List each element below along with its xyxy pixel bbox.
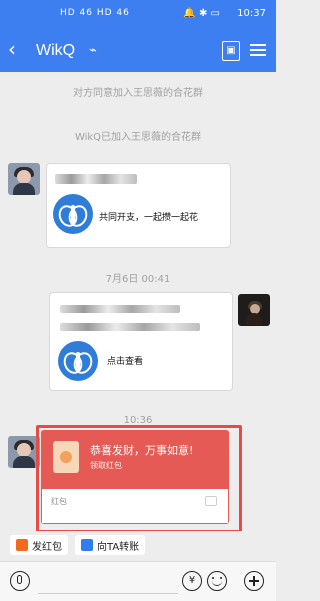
card-text: 点击查看 — [107, 357, 144, 367]
status-icons: 🔔 ✱ ▭ — [183, 8, 220, 19]
menu-icon[interactable] — [250, 41, 266, 59]
transfer-icon — [81, 539, 93, 551]
date-divider: 7月6日 00:41 — [105, 274, 171, 285]
card-text: 共同开支，一起攒一起花 — [99, 213, 199, 223]
message-input[interactable] — [38, 569, 178, 594]
network-status: HD 46 HD 46 — [60, 8, 130, 18]
contact-info-icon[interactable]: ▣ — [222, 41, 240, 61]
red-packet-corner-icon — [205, 496, 217, 506]
avatar[interactable] — [8, 163, 40, 195]
transfer-button[interactable]: 向TA转账 — [75, 535, 146, 555]
message-card[interactable]: 点击查看 — [49, 292, 233, 391]
red-packet-icon — [53, 441, 79, 473]
blurred-text — [60, 305, 180, 313]
clock: 10:37 — [237, 8, 266, 19]
transfer-label: 向TA转账 — [97, 541, 140, 553]
status-bar: HD 46 HD 46 🔔 ✱ ▭ 10:37 — [0, 0, 276, 30]
send-red-packet-button[interactable]: 发红包 — [10, 535, 68, 555]
send-red-packet-label: 发红包 — [32, 541, 62, 553]
red-packet-message[interactable]: 恭喜发财，万事如意! 领取红包 红包 — [41, 430, 229, 524]
yuan-icon[interactable]: ¥ — [182, 571, 202, 591]
butterfly-logo-icon — [58, 341, 98, 381]
quick-actions: 发红包 向TA转账 — [0, 531, 276, 561]
red-packet-icon — [16, 539, 28, 551]
voice-mode-icon[interactable]: ⌁ — [89, 43, 97, 58]
system-message: 对方同意加入王思薇的合花群 — [73, 88, 203, 99]
message-card[interactable]: 共同开支，一起攒一起花 — [46, 163, 231, 248]
red-packet-footer — [41, 488, 229, 524]
red-packet-subtitle: 领取红包 — [90, 461, 122, 470]
red-packet-label: 红包 — [51, 497, 67, 506]
red-packet-title: 恭喜发财，万事如意! — [90, 444, 194, 457]
blurred-text — [60, 323, 200, 331]
input-bar: ¥ — [0, 561, 276, 601]
plus-icon[interactable] — [244, 571, 264, 591]
back-icon[interactable]: ‹ — [8, 39, 16, 59]
blurred-text — [55, 174, 137, 184]
chat-header: ‹ WikQ ⌁ ▣ — [0, 30, 276, 72]
microphone-icon[interactable] — [10, 571, 30, 591]
chat-title: WikQ — [36, 42, 76, 59]
system-message: WikQ已加入王思薇的合花群 — [74, 132, 202, 143]
emoji-icon[interactable] — [207, 571, 227, 591]
avatar[interactable] — [238, 294, 270, 326]
butterfly-logo-icon — [53, 194, 93, 234]
